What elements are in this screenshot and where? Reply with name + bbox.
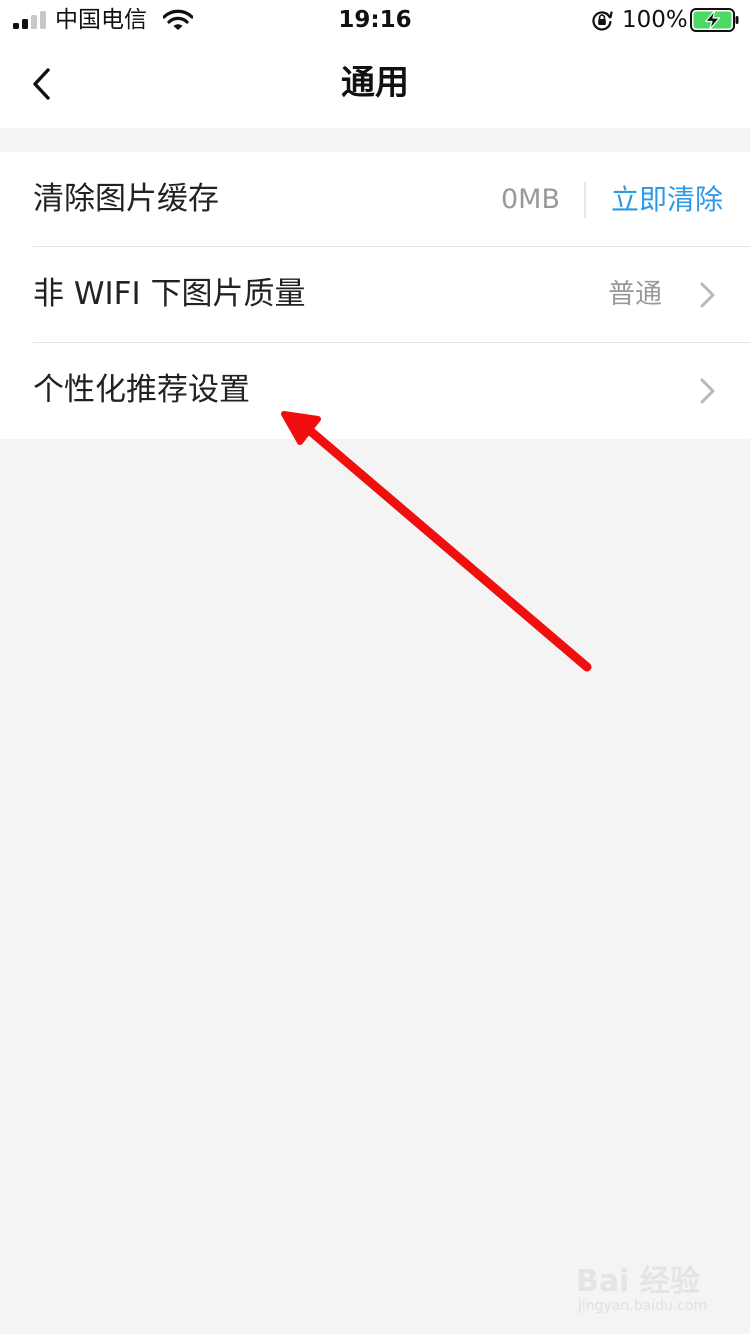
rotation-lock-icon [592, 11, 613, 31]
watermark-logo-text: Bai 经验 [576, 1264, 700, 1299]
clear-now-button[interactable]: 立即清除 [611, 152, 723, 247]
status-bar: 中国电信 19:16 100% [0, 0, 750, 40]
chevron-right-icon [700, 378, 715, 404]
personalized-recommendation-label: 个性化推荐设置 [33, 372, 250, 408]
battery-percent: 100% [622, 7, 688, 33]
image-quality-label: 非 WIFI 下图片质量 [33, 276, 306, 312]
watermark-url: jingyan.baidu.com [578, 1298, 708, 1314]
image-quality-value: 普通 [608, 279, 662, 310]
nav-bar: 通用 [0, 40, 750, 128]
cache-size-value: 0MB [501, 184, 560, 215]
clear-cache-label: 清除图片缓存 [33, 181, 219, 217]
battery-charging-icon [690, 8, 739, 32]
personalized-recommendation-row[interactable]: 个性化推荐设置 [0, 343, 750, 438]
baidu-jingyan-watermark: Bai 经验 jingyan.baidu.com [576, 1256, 716, 1322]
image-quality-row[interactable]: 非 WIFI 下图片质量 普通 [0, 247, 750, 342]
page-title: 通用 [341, 63, 409, 103]
row-separator [584, 182, 586, 218]
chevron-right-icon [700, 282, 715, 308]
settings-list: 清除图片缓存 0MB 立即清除 非 WIFI 下图片质量 普通 个性化推荐设置 [0, 152, 750, 439]
clear-cache-row: 清除图片缓存 0MB 立即清除 [0, 152, 750, 247]
